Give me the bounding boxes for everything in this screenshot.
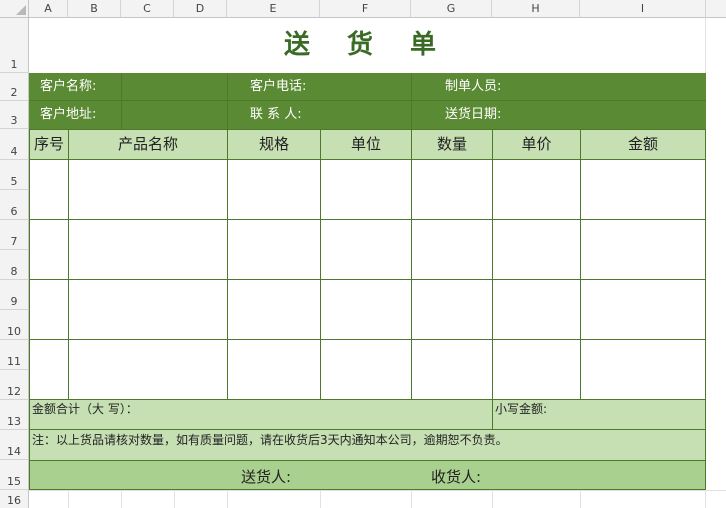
gridline [174,490,175,508]
customer-name-label: 客户名称: [40,79,97,94]
sender-label[interactable]: 送货人: [241,466,291,487]
gridline [227,490,228,508]
row-header-7[interactable]: 7 [0,220,29,250]
table-cell[interactable] [69,280,228,340]
total-uppercase-label: 金额合计（大 写）： [32,402,138,416]
gridline [121,490,122,508]
cell-border [227,73,228,101]
column-header-h[interactable]: H [492,0,580,18]
total-lowercase-label: 小写金额: [495,402,548,416]
table-cell[interactable] [228,280,321,340]
cell-border [411,101,412,129]
total-lowercase-cell[interactable]: 小写金额: [493,400,706,430]
column-header-f[interactable]: F [320,0,411,18]
row-header-4[interactable]: 4 [0,129,29,160]
gridline [492,490,493,508]
gridline [68,490,69,508]
column-header-i[interactable]: I [580,0,706,18]
table-cell[interactable] [29,340,69,400]
table-cell[interactable] [581,160,706,220]
table-cell[interactable] [493,220,581,280]
cell-border [121,73,122,101]
table-cell[interactable] [228,220,321,280]
header-amount[interactable]: 金额 [581,129,706,160]
table-cell[interactable] [29,220,69,280]
select-all-corner[interactable] [0,0,29,18]
column-header-a[interactable]: A [29,0,68,18]
table-cell[interactable] [321,160,412,220]
table-cell[interactable] [29,280,69,340]
column-header-e[interactable]: E [227,0,320,18]
table-cell[interactable] [493,280,581,340]
gridline [580,490,581,508]
cell-border [227,101,228,129]
row-header-15[interactable]: 15 [0,460,29,490]
customer-phone-label: 客户电话: [250,79,307,94]
header-unit-price[interactable]: 单价 [493,129,581,160]
header-product-name[interactable]: 产品名称 [69,129,228,160]
row-header-10[interactable]: 10 [0,310,29,340]
info-row-2: 客户地址: 联 系 人: 送货日期: [29,101,706,129]
header-spec[interactable]: 规格 [228,129,321,160]
table-cell[interactable] [581,280,706,340]
column-header-d[interactable]: D [174,0,227,18]
table-cell[interactable] [69,220,228,280]
row-header-1[interactable]: 1 [0,18,29,73]
header-index[interactable]: 序号 [29,129,69,160]
table-cell[interactable] [581,340,706,400]
info-row-1: 客户名称: 客户电话: 制单人员: [29,73,706,101]
column-header-b[interactable]: B [68,0,121,18]
row-header-2[interactable]: 2 [0,73,29,101]
row-header-13[interactable]: 13 [0,400,29,430]
row-header-9[interactable]: 9 [0,280,29,310]
table-cell[interactable] [412,160,493,220]
table-cell[interactable] [412,340,493,400]
row-header-12[interactable]: 12 [0,370,29,400]
table-cell[interactable] [228,160,321,220]
receiver-label[interactable]: 收货人: [431,466,481,487]
row-header-16[interactable]: 16 [0,490,29,508]
row-header-8[interactable]: 8 [0,250,29,280]
table-cell[interactable] [321,280,412,340]
note-cell[interactable]: 注：以上货品请核对数量，如有质量问题，请在收货后3天内通知本公司，逾期恕不负责。 [29,430,706,460]
cell-border [121,101,122,129]
row-header-14[interactable]: 14 [0,430,29,460]
table-body [29,160,706,400]
table-cell[interactable] [412,280,493,340]
table-cell[interactable] [321,340,412,400]
table-cell[interactable] [321,220,412,280]
table-cell[interactable] [581,220,706,280]
signature-row: 送货人: 收货人: [29,460,706,490]
customer-address-label: 客户地址: [40,107,97,122]
cell-border [411,73,412,101]
row-header-6[interactable]: 6 [0,190,29,220]
contact-label: 联 系 人: [250,107,302,122]
table-cell[interactable] [412,220,493,280]
column-header-c[interactable]: C [121,0,174,18]
column-header-overflow [706,0,726,18]
header-unit[interactable]: 单位 [321,129,412,160]
delivery-date-label: 送货日期: [445,107,502,122]
creator-label: 制单人员: [445,79,502,94]
row-header-3[interactable]: 3 [0,101,29,129]
row-header-11[interactable]: 11 [0,340,29,370]
form-title[interactable]: 送 货 单 [29,18,705,73]
table-cell[interactable] [29,160,69,220]
row-header-5[interactable]: 5 [0,160,29,190]
gridline [29,490,726,491]
note-text: 注：以上货品请核对数量，如有质量问题，请在收货后3天内通知本公司，逾期恕不负责。 [32,433,508,447]
gridline [320,490,321,508]
gridline [411,490,412,508]
table-cell[interactable] [228,340,321,400]
table-cell[interactable] [493,340,581,400]
table-cell[interactable] [69,340,228,400]
table-cell[interactable] [69,160,228,220]
header-quantity[interactable]: 数量 [412,129,493,160]
total-uppercase-cell[interactable]: 金额合计（大 写）： [29,400,493,430]
table-cell[interactable] [493,160,581,220]
column-header-g[interactable]: G [411,0,492,18]
